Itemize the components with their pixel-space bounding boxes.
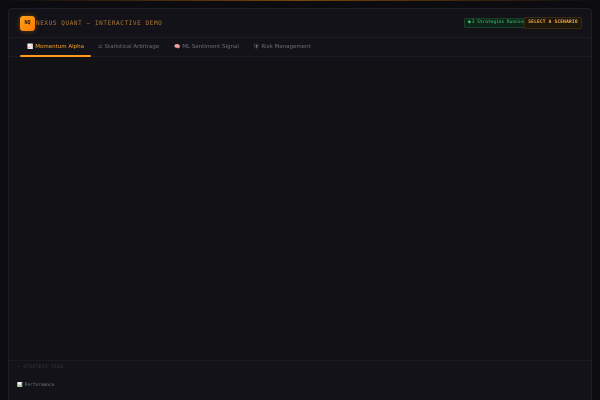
status-dot-icon: ● <box>468 20 471 25</box>
strategy-tabs: 📈 Momentum Alpha ⚖ Statistical Arbitrage 🧠… <box>9 39 591 57</box>
tab-risk-management[interactable]: 🛡 Risk Management <box>253 39 311 57</box>
tab-label: Momentum Alpha <box>35 44 84 50</box>
brain-icon: 🧠 <box>174 44 181 50</box>
tab-label: Statistical Arbitrage <box>104 44 160 50</box>
strategy-content-panel <box>9 58 591 360</box>
app-title: NEXUS QUANT — INTERACTIVE DEMO <box>36 20 163 27</box>
bar-chart-icon: 📊 <box>17 383 23 388</box>
app-window: NQ NEXUS QUANT — INTERACTIVE DEMO ●3 Str… <box>8 8 592 400</box>
top-accent-line <box>0 0 600 1</box>
tab-ml-sentiment-signal[interactable]: 🧠 ML Sentiment Signal <box>174 39 239 57</box>
performance-section[interactable]: 📊 Performance <box>17 382 54 389</box>
scales-icon: ⚖ <box>98 44 103 50</box>
chart-up-icon: 📈 <box>27 44 34 50</box>
feed-divider <box>9 360 591 361</box>
performance-label: Performance <box>24 383 55 388</box>
strategies-status-badge: ●3 Strategies Running <box>464 18 530 28</box>
tab-label: Risk Management <box>261 44 311 50</box>
status-badge-label: 3 Strategies Running <box>471 20 526 25</box>
active-tab-indicator <box>20 55 91 57</box>
tab-statistical-arbitrage[interactable]: ⚖ Statistical Arbitrage <box>98 39 159 57</box>
nexus-logo: NQ <box>20 16 35 31</box>
tab-label: ML Sentiment Signal <box>182 44 239 50</box>
shield-icon: 🛡 <box>253 44 260 50</box>
select-scenario-button[interactable]: SELECT A SCENARIO <box>524 17 582 29</box>
header: NQ NEXUS QUANT — INTERACTIVE DEMO ●3 Str… <box>9 9 591 38</box>
strategy-feed-label: — STRATEGY FEED <box>17 365 64 370</box>
